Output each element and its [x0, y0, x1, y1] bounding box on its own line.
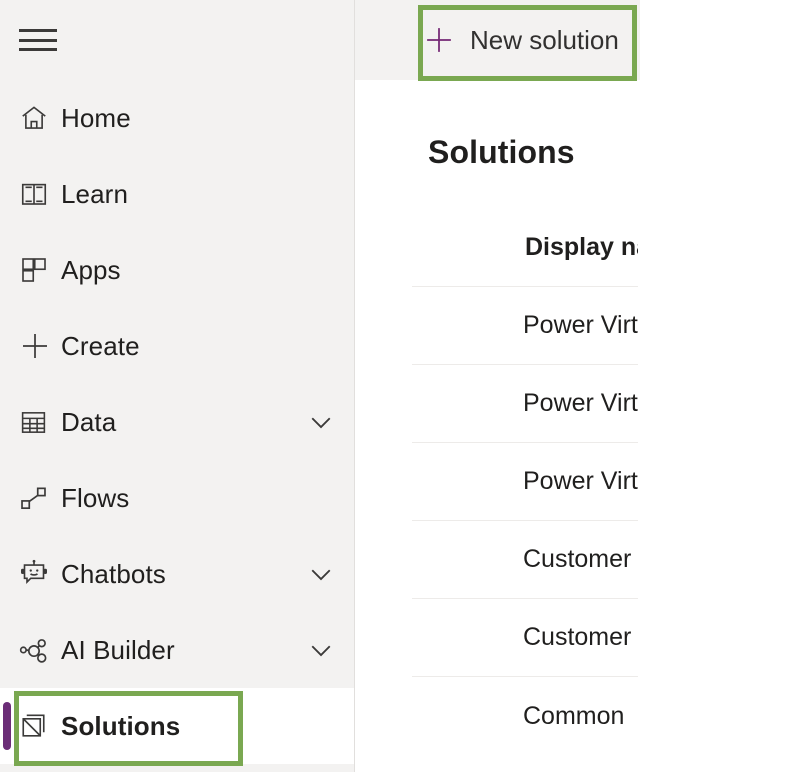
column-header-display-name[interactable]: Display na: [525, 233, 638, 262]
sidebar-item-solutions[interactable]: Solutions: [0, 688, 354, 764]
chevron-down-icon[interactable]: [306, 635, 336, 665]
sidebar-item-apps[interactable]: Apps: [0, 232, 354, 308]
sidebar-item-ai-builder[interactable]: AI Builder: [0, 612, 354, 688]
hamburger-bar-2: [19, 38, 57, 42]
sidebar-item-learn[interactable]: Learn: [0, 156, 354, 232]
plus-icon: [19, 330, 61, 362]
ai-builder-icon: [19, 635, 61, 666]
cell-display-name: Customer: [523, 623, 632, 652]
chevron-down-icon[interactable]: [306, 407, 336, 437]
hamburger-bar-1: [19, 29, 57, 32]
selected-accent-bar: [3, 702, 11, 750]
page-title: Solutions: [428, 134, 575, 171]
sidebar-item-label: AI Builder: [61, 634, 175, 665]
table-row[interactable]: Customer: [412, 521, 638, 600]
sidebar-item-label: Home: [61, 102, 131, 133]
new-solution-button[interactable]: New solution: [418, 7, 625, 73]
plus-icon: [424, 25, 454, 55]
sidebar-nav-list: Home Learn Apps Create Data Flows Chatbo…: [0, 80, 354, 764]
command-bar: New solution: [355, 0, 640, 80]
book-icon: [19, 179, 61, 209]
table-row[interactable]: Power Virt: [412, 365, 638, 444]
sidebar-item-label: Data: [61, 406, 117, 437]
cell-display-name: Power Virt: [523, 467, 638, 496]
table-header-row: Display na: [412, 209, 638, 288]
hamburger-menu-icon[interactable]: [19, 25, 57, 55]
sidebar-item-create[interactable]: Create: [0, 308, 354, 384]
solutions-icon: [19, 711, 61, 741]
home-icon: [19, 103, 61, 133]
sidebar-item-data[interactable]: Data: [0, 384, 354, 460]
apps-grid-icon: [19, 255, 61, 285]
cell-display-name: Common: [523, 701, 625, 730]
flows-icon: [19, 484, 61, 513]
solutions-table: Display na Power Virt Power Virt Power V…: [355, 209, 638, 755]
robot-icon: [19, 559, 61, 589]
left-navigation-sidebar: Home Learn Apps Create Data Flows Chatbo…: [0, 0, 355, 772]
sidebar-item-label: Create: [61, 330, 140, 361]
table-row[interactable]: Common: [412, 677, 638, 755]
main-content-area: New solution Solutions Display na Power …: [355, 0, 812, 772]
sidebar-item-label: Solutions: [61, 710, 181, 741]
table-row[interactable]: Power Virt: [412, 287, 638, 366]
sidebar-item-flows[interactable]: Flows: [0, 460, 354, 536]
sidebar-item-label: Flows: [61, 482, 130, 513]
new-solution-label: New solution: [470, 24, 619, 55]
menu-button-container: [0, 0, 354, 80]
chevron-down-icon[interactable]: [306, 559, 336, 589]
hamburger-bar-3: [19, 48, 57, 51]
table-row[interactable]: Power Virt: [412, 443, 638, 522]
cell-display-name: Power Virt: [523, 389, 638, 418]
sidebar-item-home[interactable]: Home: [0, 80, 354, 156]
cell-display-name: Customer: [523, 545, 632, 574]
sidebar-item-label: Apps: [61, 254, 121, 285]
table-row[interactable]: Customer: [412, 599, 638, 678]
cell-display-name: Power Virt: [523, 311, 638, 340]
table-icon: [19, 408, 61, 437]
sidebar-item-label: Chatbots: [61, 558, 166, 589]
sidebar-item-label: Learn: [61, 178, 128, 209]
sidebar-item-chatbots[interactable]: Chatbots: [0, 536, 354, 612]
app-root: Home Learn Apps Create Data Flows Chatbo…: [0, 0, 812, 772]
